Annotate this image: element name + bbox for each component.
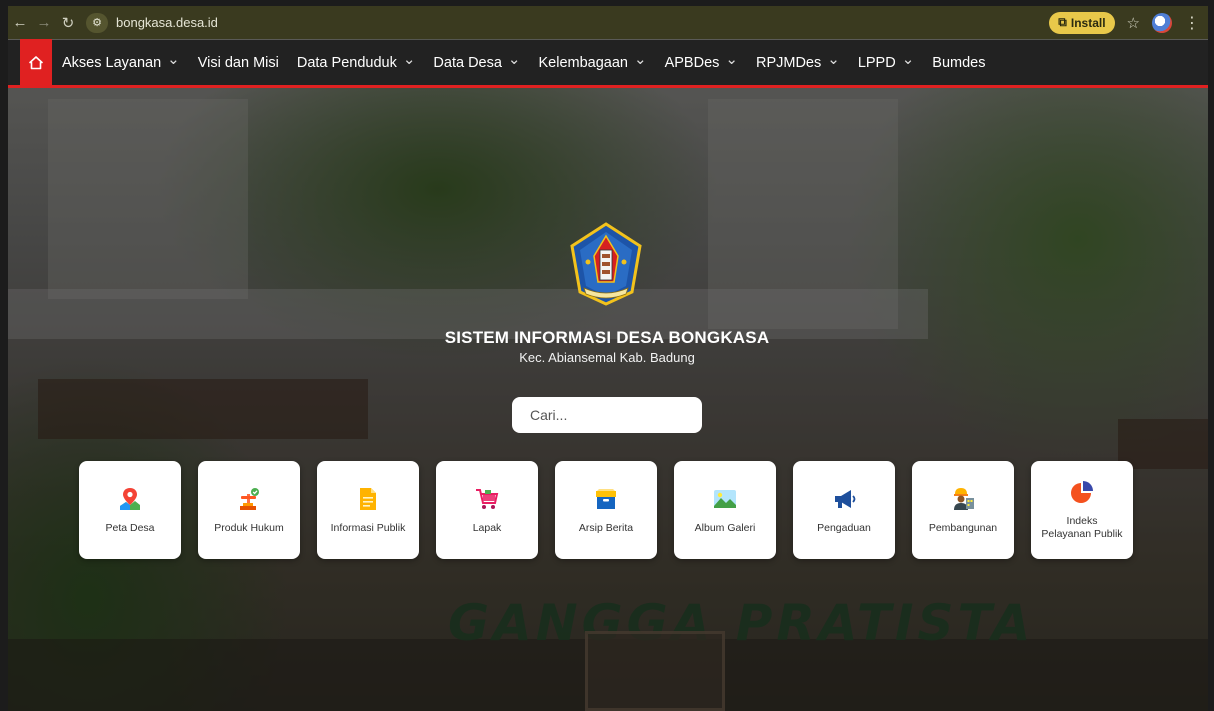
card-label: Pengaduan <box>817 521 871 534</box>
bookmark-star-icon[interactable]: ☆ <box>1127 14 1140 32</box>
nav-item-label: Kelembagaan <box>538 54 629 71</box>
hero-background: GANGGA PRATISTA <box>8 39 1208 711</box>
card-label: Produk Hukum <box>214 521 284 534</box>
nav-item-visi-dan-misi[interactable]: Visi dan Misi <box>198 55 279 71</box>
install-icon: ⧉ <box>1058 15 1067 29</box>
quick-links: Peta Desa Produk Hukum Informasi Publik Lap… <box>79 461 1133 559</box>
install-button[interactable]: ⧉ Install <box>1049 11 1115 34</box>
megaphone-icon <box>831 486 857 512</box>
shopping-cart-icon <box>474 486 500 512</box>
pie-chart-icon <box>1069 479 1095 505</box>
chevron-down-icon: ⌄ <box>167 50 180 68</box>
nav-item-bumdes[interactable]: Bumdes <box>932 55 985 71</box>
card-label: Indeks Pelayanan Publik <box>1041 515 1123 540</box>
nav-item-label: Akses Layanan <box>62 54 162 71</box>
nav-item-label: LPPD <box>857 54 896 71</box>
nav-item-label: APBDes <box>664 54 720 71</box>
card-label: Pembangunan <box>928 521 998 534</box>
chevron-down-icon: ⌄ <box>827 50 840 68</box>
back-icon[interactable]: ← <box>8 14 32 31</box>
nav-item-lppd[interactable]: LPPD ⌄ <box>857 50 915 71</box>
nav-item-label: Data Desa <box>433 54 502 71</box>
nav-item-akses-layanan[interactable]: Akses Layanan ⌄ <box>62 50 180 71</box>
chevron-down-icon: ⌄ <box>634 50 647 68</box>
site-subtitle: Kec. Abiansemal Kab. Badung <box>519 350 695 365</box>
card-label: Album Galeri <box>694 521 756 534</box>
card-lapak[interactable]: Lapak <box>436 461 538 559</box>
card-arsip-berita[interactable]: Arsip Berita <box>555 461 657 559</box>
menu-kebab-icon[interactable]: ⋮ <box>1184 13 1200 33</box>
nav-item-rpjmdes[interactable]: RPJMDes ⌄ <box>755 50 840 71</box>
chevron-down-icon: ⌄ <box>725 50 738 68</box>
card-album-galeri[interactable]: Album Galeri <box>674 461 776 559</box>
search-input[interactable] <box>530 407 711 423</box>
url-text: bongkasa.desa.id <box>116 15 218 30</box>
nav-item-data-desa[interactable]: Data Desa ⌄ <box>433 50 521 71</box>
card-informasi-publik[interactable]: Informasi Publik <box>317 461 419 559</box>
image-gallery-icon <box>712 486 738 512</box>
reload-icon[interactable]: ↻ <box>56 14 80 32</box>
card-label: Arsip Berita <box>578 521 634 534</box>
site-title: SISTEM INFORMASI DESA BONGKASA <box>444 328 770 347</box>
home-button[interactable] <box>20 38 52 87</box>
card-pengaduan[interactable]: Pengaduan <box>793 461 895 559</box>
archive-box-icon <box>593 486 619 512</box>
card-pembangunan[interactable]: Pembangunan <box>912 461 1014 559</box>
profile-avatar[interactable] <box>1152 12 1172 33</box>
home-icon <box>29 55 43 69</box>
card-label: Lapak <box>472 521 502 534</box>
card-label: Informasi Publik <box>330 521 406 534</box>
nav-item-label: Data Penduduk <box>296 54 397 71</box>
nav-item-label: Bumdes <box>932 54 986 71</box>
construction-worker-icon <box>950 486 976 512</box>
gavel-icon <box>236 486 262 512</box>
document-icon <box>355 486 381 512</box>
card-indeks-pelayanan-publik[interactable]: Indeks Pelayanan Publik <box>1031 461 1133 559</box>
site-settings-icon[interactable]: ⚙ <box>86 12 108 33</box>
card-peta-desa[interactable]: Peta Desa <box>79 461 181 559</box>
nav-menu: Akses Layanan ⌄ Visi dan Misi Data Penduduk… <box>62 50 985 71</box>
chevron-down-icon: ⌄ <box>507 50 521 68</box>
village-emblem-logo <box>570 222 642 306</box>
address-bar[interactable]: ⚙ bongkasa.desa.id <box>86 11 218 35</box>
chevron-down-icon: ⌄ <box>901 50 915 68</box>
nav-item-apbdes[interactable]: APBDes ⌄ <box>664 50 738 71</box>
nav-item-label: Visi dan Misi <box>197 54 279 71</box>
browser-toolbar: ← → ↻ ⚙ bongkasa.desa.id ⧉ Install ☆ ⋮ <box>8 6 1208 39</box>
search-box <box>512 397 711 433</box>
map-pin-icon <box>117 486 143 512</box>
card-label: Peta Desa <box>105 521 155 534</box>
nav-item-label: RPJMDes <box>755 54 822 71</box>
nav-item-kelembagaan[interactable]: Kelembagaan ⌄ <box>538 50 647 71</box>
card-produk-hukum[interactable]: Produk Hukum <box>198 461 300 559</box>
chevron-down-icon: ⌄ <box>402 50 416 68</box>
forward-icon[interactable]: → <box>32 14 56 31</box>
nav-item-data-penduduk[interactable]: Data Penduduk ⌄ <box>296 50 416 71</box>
main-navbar: Akses Layanan ⌄ Visi dan Misi Data Penduduk… <box>8 38 1208 88</box>
